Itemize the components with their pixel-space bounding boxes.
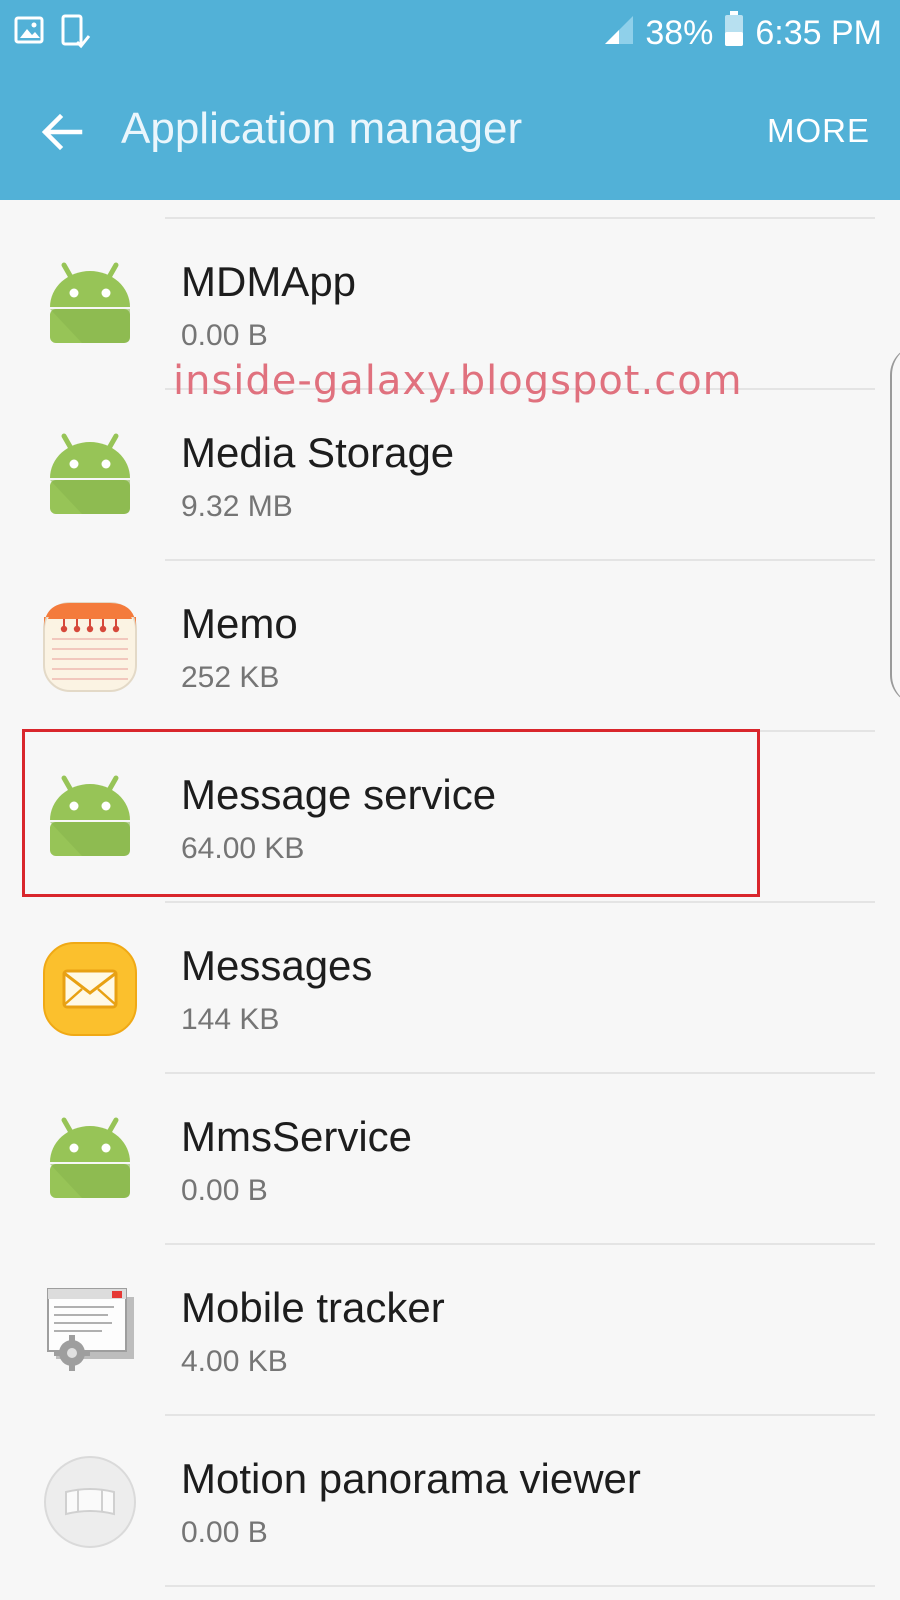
list-item-motion-panorama-viewer[interactable]: Motion panorama viewer 0.00 B [0, 1416, 900, 1587]
divider [165, 1585, 875, 1587]
list-item-memo[interactable]: Memo 252 KB [0, 561, 900, 732]
app-name: Motion panorama viewer [181, 1455, 641, 1502]
edge-panel-handle[interactable] [890, 345, 900, 705]
app-name: MDMApp [181, 258, 357, 305]
app-size: 252 KB [181, 661, 280, 694]
back-arrow-icon[interactable] [38, 108, 86, 156]
app-size: 0.00 B [181, 1174, 268, 1207]
app-name: Media Storage [181, 429, 455, 476]
android-icon [42, 1112, 138, 1208]
panorama-icon [42, 1454, 138, 1550]
battery-icon [723, 10, 745, 57]
status-time: 6:35 PM [755, 14, 882, 52]
app-size: 4.00 KB [181, 1345, 288, 1378]
page-title: Application manager [121, 104, 523, 153]
highlight-box [22, 729, 760, 897]
signal-icon [601, 12, 635, 55]
app-size: 0.00 B [181, 319, 268, 352]
app-name: MmsService [181, 1113, 413, 1160]
memo-icon [42, 599, 138, 695]
gallery-icon [14, 14, 46, 55]
android-icon [42, 257, 138, 353]
messages-icon [42, 941, 138, 1037]
device-check-icon [60, 14, 92, 55]
list-item-media-storage[interactable]: Media Storage 9.32 MB [0, 390, 900, 561]
battery-percent: 38% [645, 14, 714, 52]
toolbar: Application manager MORE [0, 70, 900, 200]
app-bar: 38% 6:35 PM Application manager MORE [0, 0, 900, 200]
app-name: Memo [181, 600, 298, 647]
app-size: 144 KB [181, 1003, 280, 1036]
mobile-tracker-icon [42, 1283, 138, 1379]
list-item-messages[interactable]: Messages 144 KB [0, 903, 900, 1074]
status-bar: 38% 6:35 PM [0, 0, 900, 64]
app-name: Messages [181, 942, 373, 989]
list-item-mmsservice[interactable]: MmsService 0.00 B [0, 1074, 900, 1245]
app-name: Mobile tracker [181, 1284, 445, 1331]
list-item-mobile-tracker[interactable]: Mobile tracker 4.00 KB [0, 1245, 900, 1416]
android-icon [42, 428, 138, 524]
watermark: inside-galaxy.blogspot.com [173, 358, 743, 404]
app-size: 0.00 B [181, 1516, 268, 1549]
more-button[interactable]: MORE [767, 112, 870, 150]
app-size: 9.32 MB [181, 490, 293, 523]
